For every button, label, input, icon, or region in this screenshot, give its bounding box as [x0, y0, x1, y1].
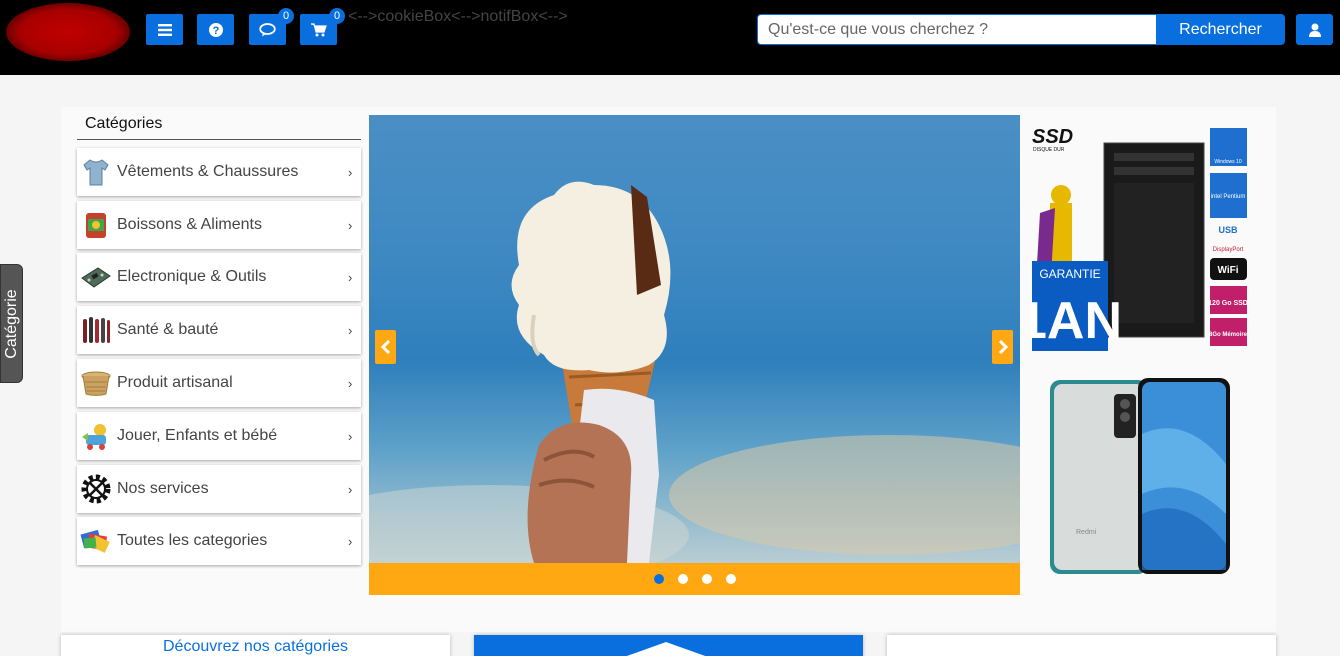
- messages-count-badge: 0: [278, 8, 294, 24]
- cart-icon: [310, 22, 327, 36]
- carousel-prev-button[interactable]: [375, 330, 396, 364]
- hero-carousel: [369, 115, 1020, 595]
- category-item-clothes[interactable]: Vêtements & Chaussures ›: [77, 148, 361, 196]
- chevron-right-icon: ›: [348, 322, 353, 338]
- chevron-right-icon: ›: [348, 217, 353, 233]
- basket-icon: [80, 367, 112, 399]
- duration-label: 1AN: [1030, 292, 1122, 350]
- category-item-craft[interactable]: Produit artisanal ›: [77, 359, 361, 407]
- badge-windows: Windows 10: [1214, 159, 1241, 165]
- menu-button[interactable]: [146, 14, 183, 45]
- carousel-dot[interactable]: [725, 574, 736, 584]
- category-item-electronics[interactable]: Electronique & Outils ›: [77, 253, 361, 301]
- category-label: Electronique & Outils: [117, 268, 267, 285]
- cart-button[interactable]: 0: [300, 8, 345, 45]
- badge-usb: USB: [1218, 225, 1238, 235]
- carousel-next-button[interactable]: [992, 330, 1013, 364]
- category-label: Produit artisanal: [117, 374, 233, 391]
- messages-button[interactable]: 0: [249, 8, 294, 45]
- chevron-right-icon: ›: [348, 533, 353, 549]
- side-tab-label: Catégorie: [2, 288, 20, 359]
- category-label: Vêtements & Chaussures: [117, 163, 299, 180]
- chevron-left-icon: [380, 340, 390, 354]
- circuit-board-icon: [80, 261, 112, 293]
- category-item-all[interactable]: Toutes les categories ›: [77, 517, 361, 565]
- shirt-icon: [80, 156, 112, 188]
- gear-icon: [80, 473, 112, 505]
- can-icon: [80, 209, 112, 241]
- svg-text:?: ?: [212, 25, 219, 37]
- carousel-dot[interactable]: [701, 574, 712, 584]
- chevron-up-icon: [626, 642, 706, 656]
- phone-brand-label: Redmi: [1076, 529, 1097, 536]
- search-input[interactable]: [757, 14, 1157, 45]
- color-cards-icon: [80, 525, 112, 557]
- phone-promo-image[interactable]: Redmi: [1046, 374, 1234, 578]
- cart-count-badge: 0: [329, 8, 345, 24]
- help-button[interactable]: ?: [197, 14, 234, 45]
- site-logo[interactable]: [6, 3, 130, 61]
- pc-promo-image[interactable]: SSD DISQUE DUR GARANTIE 1AN Windows 10 i…: [1018, 123, 1250, 353]
- badge-ssd: 120 Go SSD: [1208, 300, 1248, 307]
- category-side-tab[interactable]: Catégorie: [0, 264, 23, 383]
- carousel-dot[interactable]: [677, 574, 688, 584]
- discover-categories-card[interactable]: Découvrez nos catégories: [61, 635, 450, 656]
- account-button[interactable]: [1296, 14, 1333, 45]
- chevron-right-icon: ›: [348, 481, 353, 497]
- chevron-right-icon: [998, 340, 1008, 354]
- template-placeholder-text: <-->cookieBox<-->notifBox<-->: [348, 8, 568, 25]
- brushes-icon: [80, 314, 112, 346]
- category-item-kids[interactable]: Jouer, Enfants et bébé ›: [77, 412, 361, 460]
- category-item-services[interactable]: Nos services ›: [77, 465, 361, 513]
- badge-memory: 8Go Mémoire: [1209, 332, 1248, 338]
- toy-icon: [80, 420, 112, 452]
- badge-wifi: WiFi: [1217, 265, 1238, 276]
- chevron-right-icon: ›: [348, 428, 353, 444]
- top-bar: ? 0 0 <-->cookieBox<-->notifBox<--> Rech…: [0, 0, 1340, 75]
- featured-card[interactable]: [474, 635, 863, 656]
- search-button[interactable]: Rechercher: [1156, 14, 1285, 45]
- chevron-right-icon: ›: [348, 269, 353, 285]
- category-item-health[interactable]: Santé & bauté ›: [77, 306, 361, 354]
- promo-card[interactable]: [887, 635, 1276, 656]
- chevron-right-icon: ›: [348, 375, 353, 391]
- chevron-right-icon: ›: [348, 164, 353, 180]
- badge-intel: intel Pentium: [1211, 194, 1246, 200]
- category-label: Nos services: [117, 480, 209, 497]
- category-label: Jouer, Enfants et bébé: [117, 427, 278, 444]
- ice-cream-image[interactable]: [369, 115, 1020, 563]
- question-circle-icon: ?: [208, 22, 223, 37]
- category-label: Santé & bauté: [117, 321, 219, 338]
- carousel-dot[interactable]: [653, 574, 664, 584]
- badge-displayport: DisplayPort: [1213, 247, 1244, 253]
- category-label: Boissons & Aliments: [117, 216, 262, 233]
- hamburger-icon: [157, 23, 172, 36]
- ssd-label: SSD: [1032, 126, 1073, 148]
- category-label: Toutes les categories: [117, 532, 268, 549]
- category-item-food[interactable]: Boissons & Aliments ›: [77, 201, 361, 249]
- card-title: Découvrez nos catégories: [163, 638, 348, 655]
- ssd-sub-label: DISQUE DUR: [1033, 147, 1065, 153]
- categories-title: Catégories: [77, 115, 361, 140]
- user-icon: [1308, 23, 1321, 37]
- carousel-indicators: [369, 563, 1020, 595]
- garantie-label: GARANTIE: [1039, 267, 1100, 281]
- comments-icon: [259, 22, 276, 36]
